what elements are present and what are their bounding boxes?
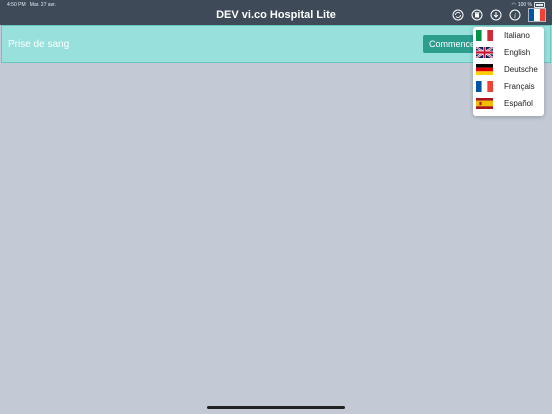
- status-time: 4:50 PM Mar. 27 avr.: [7, 2, 56, 8]
- italy-flag-icon: [476, 30, 493, 41]
- uk-flag-icon: [476, 47, 493, 58]
- download-icon[interactable]: [490, 9, 502, 21]
- language-label: Français: [504, 82, 535, 91]
- status-date-text: Mar. 27 avr.: [29, 2, 56, 8]
- home-indicator[interactable]: [207, 406, 345, 409]
- language-item-english[interactable]: English: [473, 44, 544, 61]
- task-title: Prise de sang: [8, 39, 70, 50]
- status-time-text: 4:50 PM: [7, 2, 26, 8]
- svg-text:i: i: [514, 12, 516, 20]
- language-item-italian[interactable]: Italiano: [473, 27, 544, 44]
- spain-flag-icon: [476, 98, 493, 109]
- app-header: 4:50 PM Mar. 27 avr. ◠ 100 % DEV vi.co H…: [0, 0, 552, 25]
- germany-flag-icon: [476, 64, 493, 75]
- france-flag-icon: [476, 81, 493, 92]
- language-item-spanish[interactable]: Español: [473, 95, 544, 112]
- french-flag-icon[interactable]: [528, 8, 546, 22]
- task-bar: Prise de sang Commencer: [1, 25, 551, 63]
- toolbar: i: [452, 8, 546, 22]
- info-icon[interactable]: i: [509, 9, 521, 21]
- delete-icon[interactable]: [471, 9, 483, 21]
- language-label: English: [504, 48, 531, 57]
- sync-icon[interactable]: [452, 9, 464, 21]
- language-item-french[interactable]: Français: [473, 78, 544, 95]
- language-label: Español: [504, 99, 533, 108]
- language-menu: Italiano English Deutsche Français Españ…: [473, 27, 544, 116]
- language-item-german[interactable]: Deutsche: [473, 61, 544, 78]
- language-label: Italiano: [504, 31, 530, 40]
- language-label: Deutsche: [504, 65, 538, 74]
